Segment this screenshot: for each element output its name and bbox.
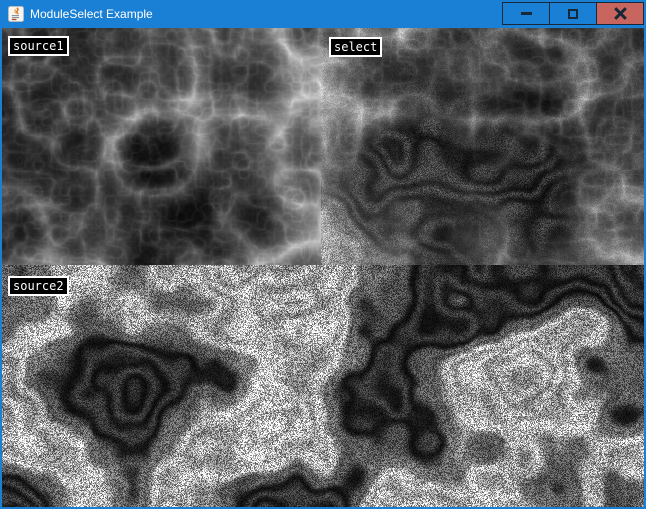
close-icon bbox=[614, 7, 627, 20]
label-select: select bbox=[329, 37, 382, 57]
source1-image bbox=[2, 28, 321, 265]
app-window: source1 select source2 ModuleSelect Exam… bbox=[0, 0, 646, 509]
maximize-button[interactable] bbox=[549, 2, 597, 25]
select-image bbox=[321, 28, 644, 265]
close-button[interactable] bbox=[596, 2, 644, 25]
java-coffee-icon bbox=[8, 6, 24, 22]
render-area: source1 select source2 bbox=[2, 0, 644, 507]
maximize-icon bbox=[568, 9, 578, 19]
window-controls bbox=[503, 2, 644, 25]
label-source1: source1 bbox=[8, 36, 69, 56]
minimize-button[interactable] bbox=[502, 2, 550, 25]
window-title: ModuleSelect Example bbox=[30, 0, 153, 28]
source2-image bbox=[2, 265, 644, 507]
titlebar[interactable]: ModuleSelect Example bbox=[0, 0, 646, 28]
minimize-icon bbox=[521, 12, 532, 15]
label-source2: source2 bbox=[8, 276, 69, 296]
